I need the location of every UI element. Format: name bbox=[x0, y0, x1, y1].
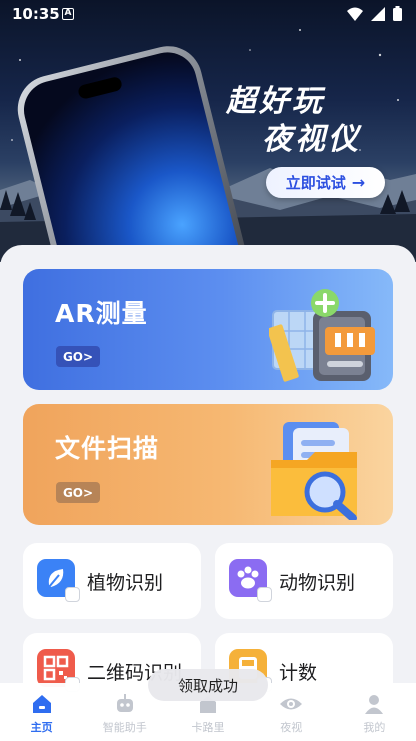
notification-icon: A bbox=[62, 8, 74, 20]
nav-profile-label: 我的 bbox=[363, 721, 386, 734]
counter-label: 计数 bbox=[279, 662, 318, 684]
try-now-button[interactable]: 立即试试 → bbox=[266, 167, 385, 198]
nav-night-vision-label: 夜视 bbox=[280, 721, 303, 734]
home-icon bbox=[30, 692, 54, 716]
plant-identify-card[interactable]: 植物识别 bbox=[23, 543, 201, 619]
robot-icon bbox=[113, 692, 137, 716]
nav-home[interactable]: 主页 bbox=[0, 683, 83, 741]
battery-icon bbox=[393, 6, 402, 21]
profile-icon bbox=[362, 692, 386, 716]
status-time: 10:35 bbox=[12, 5, 60, 23]
hero-title-line2: 夜视仪 bbox=[262, 122, 361, 157]
animal-identify-card[interactable]: 动物识别 bbox=[215, 543, 393, 619]
try-now-label: 立即试试 bbox=[285, 174, 346, 192]
toast-message: 领取成功 bbox=[148, 669, 268, 701]
scan-badge-icon bbox=[65, 587, 80, 602]
arrow-right-icon: → bbox=[351, 173, 366, 192]
scan-badge-icon bbox=[257, 587, 272, 602]
nav-assistant-label: 智能助手 bbox=[102, 721, 147, 734]
phone-notch bbox=[77, 75, 124, 101]
plant-identify-label: 植物识别 bbox=[87, 572, 164, 594]
animal-identify-label: 动物识别 bbox=[279, 572, 356, 594]
eye-icon bbox=[279, 692, 303, 716]
wifi-icon bbox=[347, 7, 363, 21]
hero-banner[interactable]: 超好玩 夜视仪 立即试试 → bbox=[0, 0, 416, 262]
ar-measure-title: AR测量 bbox=[55, 299, 148, 328]
nav-profile[interactable]: 我的 bbox=[333, 683, 416, 741]
nav-home-label: 主页 bbox=[30, 721, 53, 734]
nav-calorie-label: 卡路里 bbox=[191, 721, 225, 734]
ar-measure-card[interactable]: AR测量 GO> bbox=[23, 269, 393, 390]
folder-search-icon bbox=[271, 422, 357, 520]
file-scan-go-button[interactable]: GO> bbox=[56, 482, 100, 503]
file-scan-card[interactable]: 文件扫描 GO> bbox=[23, 404, 393, 525]
ar-go-button[interactable]: GO> bbox=[56, 346, 100, 367]
file-scan-title: 文件扫描 bbox=[55, 434, 160, 463]
status-bar: 10:35 A bbox=[0, 0, 416, 30]
signal-icon bbox=[371, 6, 385, 21]
ruler-calculator-icon bbox=[269, 289, 375, 382]
